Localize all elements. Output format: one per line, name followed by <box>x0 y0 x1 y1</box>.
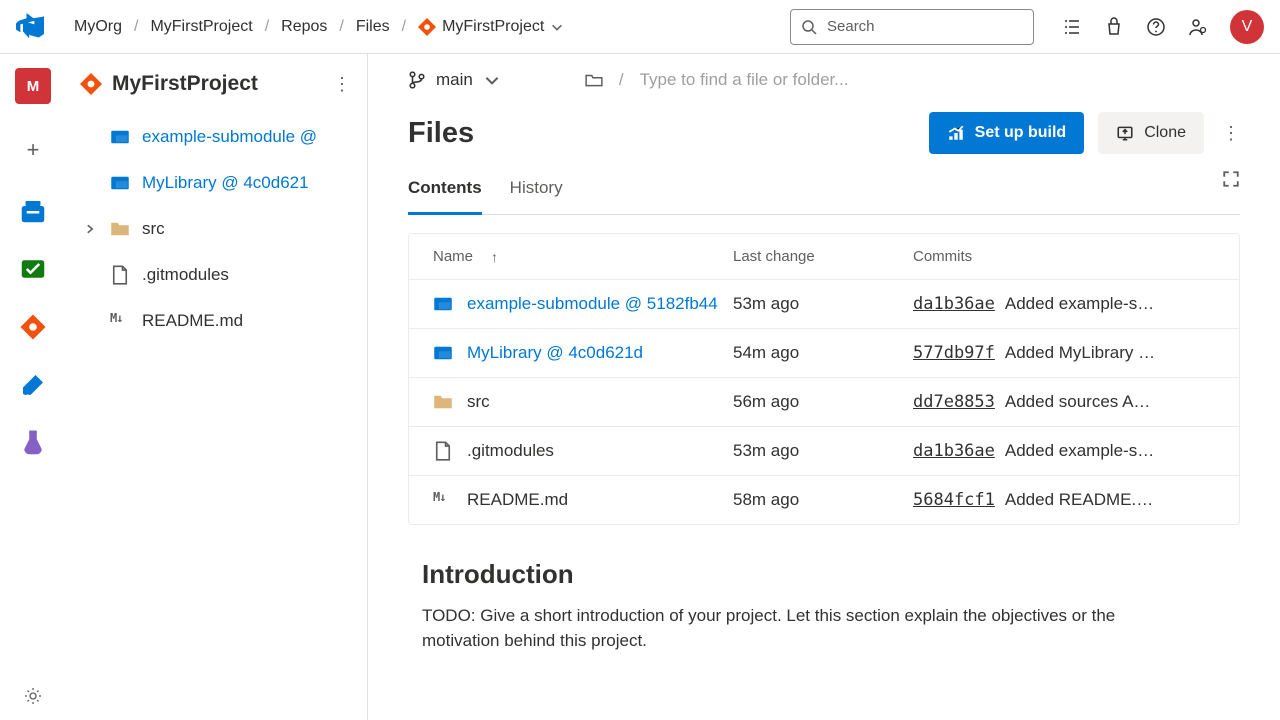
table-row[interactable]: example-submodule @ 5182fb4453m agoda1b3… <box>409 280 1239 329</box>
markdown-icon: M↓ <box>110 311 130 331</box>
breadcrumb-org[interactable]: MyOrg <box>74 18 122 36</box>
folder-icon <box>585 71 603 89</box>
submodule-icon <box>110 173 130 193</box>
chevron-right-icon[interactable] <box>84 223 96 235</box>
fullscreen-icon[interactable] <box>1222 170 1240 188</box>
file-icon <box>110 265 130 285</box>
submodule-icon <box>433 294 453 314</box>
breadcrumb-section[interactable]: Repos <box>281 18 327 36</box>
tab-contents[interactable]: Contents <box>408 170 482 215</box>
nav-add-button[interactable]: + <box>15 132 51 168</box>
readme-heading: Introduction <box>422 559 1226 590</box>
breadcrumb-subsection[interactable]: Files <box>356 18 390 36</box>
file-table: Name↑ Last change Commits example-submod… <box>408 233 1240 525</box>
main-content: main / Type to find a file or folder... … <box>368 54 1280 720</box>
markdown-icon: M↓ <box>433 490 453 510</box>
tree-item[interactable]: M↓README.md <box>66 298 367 344</box>
tree-item[interactable]: MyLibrary @ 4c0d621 <box>66 160 367 206</box>
page-title: Files <box>408 117 929 150</box>
readme-preview: Introduction TODO: Give a short introduc… <box>408 525 1240 687</box>
repo-more-button[interactable]: ⋮ <box>333 74 351 95</box>
table-row[interactable]: MyLibrary @ 4c0d621d54m ago577db97fAdded… <box>409 329 1239 378</box>
nav-repos-icon[interactable] <box>18 312 48 342</box>
readme-body: TODO: Give a short introduction of your … <box>422 604 1162 653</box>
clone-button[interactable]: Clone <box>1098 112 1204 154</box>
sort-ascending-icon[interactable]: ↑ <box>491 249 498 265</box>
work-items-icon[interactable] <box>1062 17 1082 37</box>
nav-boards-icon[interactable] <box>18 254 48 284</box>
marketplace-icon[interactable] <box>1104 17 1124 37</box>
nav-rail: M + <box>0 54 66 720</box>
folder-icon <box>433 392 453 412</box>
branch-selector[interactable]: main <box>408 70 501 90</box>
tree-item[interactable]: example-submodule @ <box>66 114 367 160</box>
table-row[interactable]: .gitmodules53m agoda1b36aeAdded example-… <box>409 427 1239 476</box>
path-filter-input[interactable]: Type to find a file or folder... <box>640 70 849 90</box>
nav-overview-icon[interactable] <box>18 196 48 226</box>
setup-build-button[interactable]: Set up build <box>929 112 1085 154</box>
azure-devops-logo-icon[interactable] <box>16 13 44 41</box>
settings-icon[interactable] <box>23 686 43 706</box>
repo-title[interactable]: MyFirstProject <box>80 72 258 96</box>
breadcrumb-repo[interactable]: MyFirstProject <box>418 18 564 36</box>
commit-hash[interactable]: dd7e8853 <box>913 392 995 412</box>
table-row[interactable]: M↓README.md58m ago5684fcf1Added README.… <box>409 476 1239 524</box>
search-input[interactable]: Search <box>790 9 1034 45</box>
nav-project-tile[interactable]: M <box>15 68 51 104</box>
nav-testplans-icon[interactable] <box>18 428 48 458</box>
nav-pipelines-icon[interactable] <box>18 370 48 400</box>
avatar[interactable]: V <box>1230 10 1264 44</box>
commit-hash[interactable]: da1b36ae <box>913 441 995 461</box>
commit-hash[interactable]: da1b36ae <box>913 294 995 314</box>
folder-icon <box>110 219 130 239</box>
submodule-icon <box>110 127 130 147</box>
commit-hash[interactable]: 577db97f <box>913 343 995 363</box>
user-settings-icon[interactable] <box>1188 17 1208 37</box>
tree-item[interactable]: .gitmodules <box>66 252 367 298</box>
breadcrumb: MyOrg / MyFirstProject / Repos / Files /… <box>74 18 790 36</box>
table-row[interactable]: src56m agodd7e8853Added sources A… <box>409 378 1239 427</box>
file-tree: MyFirstProject ⋮ example-submodule @MyLi… <box>66 54 368 720</box>
breadcrumb-project[interactable]: MyFirstProject <box>150 18 252 36</box>
submodule-icon <box>433 343 453 363</box>
more-actions-button[interactable]: ⋮ <box>1222 123 1240 144</box>
commit-hash[interactable]: 5684fcf1 <box>913 490 995 510</box>
tab-history[interactable]: History <box>510 170 563 214</box>
file-icon <box>433 441 453 461</box>
tree-item[interactable]: src <box>66 206 367 252</box>
help-icon[interactable] <box>1146 17 1166 37</box>
